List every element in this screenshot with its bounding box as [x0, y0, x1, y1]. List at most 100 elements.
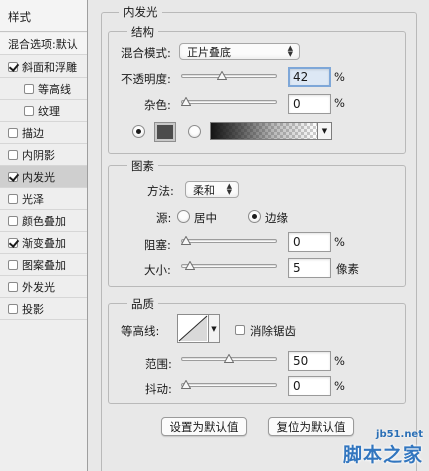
- sidebar-item-label: 投影: [22, 302, 44, 316]
- sidebar-item-inner-glow[interactable]: 内发光: [0, 166, 87, 188]
- jitter-input[interactable]: 0: [288, 376, 331, 396]
- sidebar-item-contour[interactable]: 等高线: [0, 78, 87, 100]
- sidebar-item-pattern-overlay[interactable]: 图案叠加: [0, 254, 87, 276]
- bevel-emboss-checkbox[interactable]: [8, 61, 18, 72]
- structure-title: 结构: [127, 24, 158, 40]
- noise-slider[interactable]: [181, 100, 277, 104]
- jitter-label: 抖动:: [145, 382, 172, 396]
- size-unit: 像素: [336, 262, 359, 276]
- blend-options-item[interactable]: 混合选项:默认: [0, 33, 87, 55]
- glow-color-swatch[interactable]: [154, 122, 176, 142]
- blend-mode-label: 混合模式:: [121, 46, 171, 60]
- sidebar-item-texture[interactable]: 纹理: [0, 100, 87, 122]
- contour-label: 等高线:: [121, 324, 160, 338]
- sidebar-item-label: 图案叠加: [22, 258, 66, 272]
- noise-input[interactable]: 0: [288, 94, 331, 114]
- blend-options-label: 混合选项:默认: [8, 37, 78, 51]
- sidebar-item-label: 颜色叠加: [22, 214, 66, 228]
- method-select[interactable]: 柔和 ▲ ▼: [185, 181, 239, 198]
- updown-arrows-icon: ▲ ▼: [226, 182, 232, 196]
- sidebar-item-label: 描边: [22, 126, 44, 140]
- range-input[interactable]: 50: [288, 351, 331, 371]
- updown-arrows-icon: ▲ ▼: [287, 44, 293, 58]
- watermark: jb51.net 脚本之家: [343, 429, 423, 467]
- opacity-slider[interactable]: [181, 74, 277, 78]
- size-slider[interactable]: [181, 264, 277, 268]
- pattern-overlay-checkbox[interactable]: [8, 259, 18, 270]
- color-overlay-checkbox[interactable]: [8, 215, 18, 226]
- stroke-checkbox[interactable]: [8, 127, 18, 138]
- sidebar-item-stroke[interactable]: 描边: [0, 122, 87, 144]
- source-center-label: 居中: [194, 211, 217, 225]
- noise-label: 杂色:: [144, 98, 171, 112]
- satin-checkbox[interactable]: [8, 193, 18, 204]
- choke-unit: %: [334, 235, 345, 249]
- styles-header[interactable]: 样式: [0, 0, 87, 32]
- opacity-slider-thumb[interactable]: [217, 71, 228, 80]
- elements-title: 图素: [127, 158, 158, 174]
- sidebar-item-label: 光泽: [22, 192, 44, 206]
- size-label: 大小:: [144, 263, 171, 277]
- watermark-name: 脚本之家: [342, 444, 423, 466]
- outer-glow-checkbox[interactable]: [8, 281, 18, 292]
- sidebar-item-label: 内阴影: [22, 148, 55, 162]
- inner-shadow-checkbox[interactable]: [8, 149, 18, 160]
- quality-title: 品质: [127, 296, 158, 312]
- sidebar-item-label: 等高线: [38, 82, 71, 96]
- panel-title: 内发光: [119, 4, 162, 20]
- drop-shadow-checkbox[interactable]: [8, 303, 18, 314]
- sidebar-item-label: 纹理: [38, 104, 60, 118]
- glow-gradient-preview[interactable]: [210, 122, 318, 140]
- range-slider-thumb[interactable]: [224, 354, 234, 363]
- contour-checkbox[interactable]: [24, 83, 34, 94]
- gradient-radio[interactable]: [188, 125, 201, 138]
- blend-mode-select[interactable]: 正片叠底 ▲ ▼: [179, 43, 300, 60]
- sidebar-item-inner-shadow[interactable]: 内阴影: [0, 144, 87, 166]
- sidebar-item-label: 渐变叠加: [22, 236, 66, 250]
- source-edge-radio[interactable]: [248, 210, 261, 223]
- texture-checkbox[interactable]: [24, 105, 34, 116]
- opacity-unit: %: [334, 70, 345, 84]
- sidebar-item-color-overlay[interactable]: 颜色叠加: [0, 210, 87, 232]
- sidebar-item-label: 外发光: [22, 280, 55, 294]
- solid-color-radio[interactable]: [132, 125, 145, 138]
- range-unit: %: [334, 354, 345, 368]
- sidebar-item-drop-shadow[interactable]: 投影: [0, 298, 87, 320]
- inner-glow-checkbox[interactable]: [8, 171, 18, 182]
- antialias-label: 消除锯齿: [250, 324, 296, 338]
- sidebar-item-outer-glow[interactable]: 外发光: [0, 276, 87, 298]
- sidebar-item-bevel-emboss[interactable]: 斜面和浮雕: [0, 56, 87, 78]
- choke-slider-thumb[interactable]: [181, 236, 191, 245]
- jitter-slider-thumb[interactable]: [181, 380, 191, 389]
- gradient-overlay-checkbox[interactable]: [8, 237, 18, 248]
- source-center-radio[interactable]: [177, 210, 190, 223]
- inner-glow-panel: 内发光 结构 混合模式: 正片叠底 ▲ ▼ 不透明度: 42 % 杂色: 0 % …: [88, 0, 429, 471]
- noise-slider-thumb[interactable]: [181, 97, 191, 106]
- range-label: 范围:: [145, 357, 172, 371]
- opacity-label: 不透明度:: [121, 72, 171, 86]
- contour-picker[interactable]: [177, 314, 209, 343]
- source-edge-label: 边缘: [265, 211, 288, 225]
- chevron-down-icon[interactable]: ▼: [209, 314, 220, 343]
- jitter-unit: %: [334, 379, 345, 393]
- styles-sidebar: 样式 混合选项:默认 斜面和浮雕 等高线 纹理 描边 内阴影 内发光 光泽 颜色…: [0, 0, 88, 471]
- size-input[interactable]: 5: [288, 258, 331, 278]
- antialias-checkbox[interactable]: [235, 325, 245, 335]
- chevron-down-icon[interactable]: ▼: [318, 122, 332, 140]
- size-slider-thumb[interactable]: [185, 261, 196, 270]
- sidebar-item-label: 斜面和浮雕: [22, 60, 77, 74]
- jitter-slider[interactable]: [181, 383, 277, 387]
- choke-slider[interactable]: [181, 239, 277, 243]
- contour-curve-icon: [178, 315, 208, 342]
- source-label: 源:: [156, 211, 172, 225]
- sidebar-item-gradient-overlay[interactable]: 渐变叠加: [0, 232, 87, 254]
- choke-label: 阻塞:: [144, 238, 171, 252]
- sidebar-item-satin[interactable]: 光泽: [0, 188, 87, 210]
- reset-default-button[interactable]: 复位为默认值: [268, 417, 354, 436]
- set-default-button[interactable]: 设置为默认值: [161, 417, 247, 436]
- opacity-input[interactable]: 42: [288, 67, 331, 87]
- watermark-url: jb51.net: [376, 429, 423, 440]
- choke-input[interactable]: 0: [288, 232, 331, 252]
- sidebar-item-label: 内发光: [22, 170, 55, 184]
- method-value: 柔和: [193, 183, 215, 197]
